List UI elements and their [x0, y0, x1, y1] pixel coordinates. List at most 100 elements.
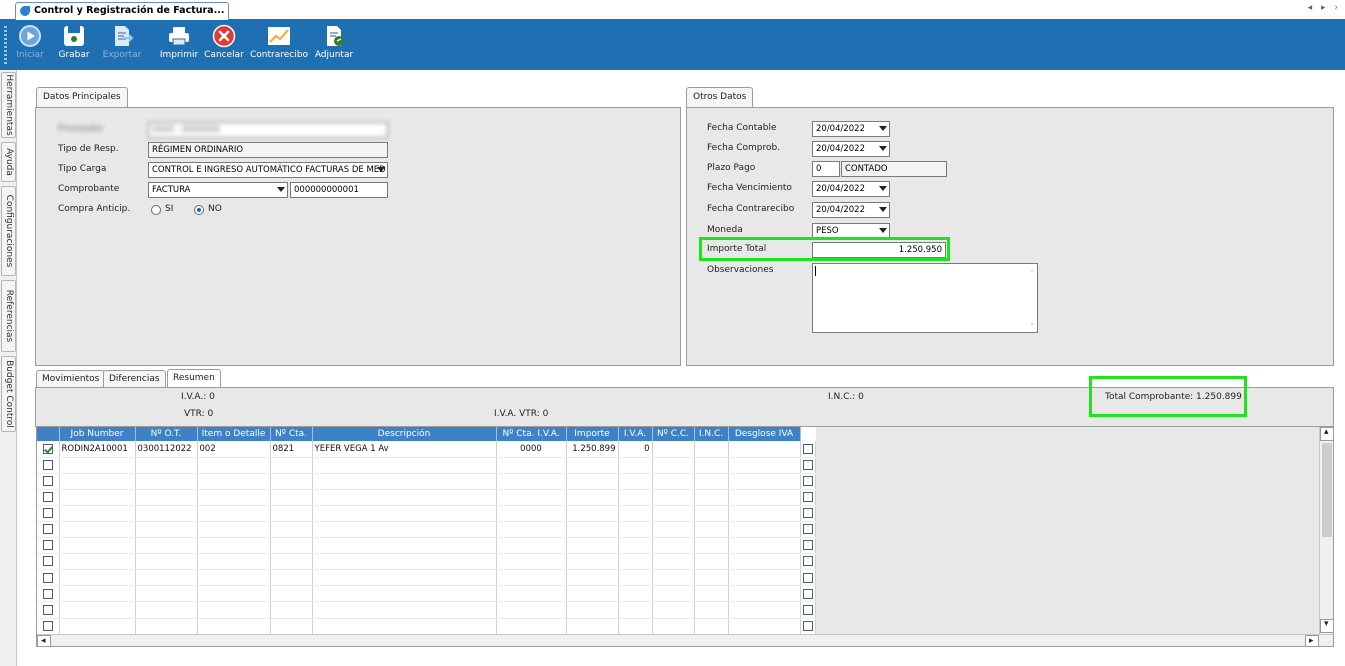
table-cell[interactable]	[312, 537, 497, 555]
table-cell[interactable]	[197, 569, 271, 587]
document-tab[interactable]: Control y Registración de Factura...	[15, 2, 230, 20]
table-cell[interactable]	[197, 585, 271, 603]
scroll-down-icon[interactable]: ▾	[1320, 619, 1333, 633]
column-header-iva[interactable]: I.V.A.	[618, 427, 653, 441]
table-cell[interactable]	[566, 553, 619, 571]
table-cell[interactable]	[728, 521, 801, 539]
table-cell[interactable]	[197, 553, 271, 571]
table-cell[interactable]	[59, 473, 136, 490]
table-cell[interactable]	[566, 505, 619, 522]
table-cell[interactable]	[197, 521, 271, 539]
fecha-vencimiento-picker[interactable]: 20/04/2022	[812, 181, 890, 197]
desglose-iva-checkbox[interactable]	[802, 588, 813, 599]
table-cell[interactable]	[566, 457, 619, 474]
row-checkbox[interactable]	[42, 459, 53, 470]
side-tab-herramientas[interactable]: Herramientas	[1, 72, 16, 138]
table-cell[interactable]	[59, 553, 136, 571]
desglose-iva-checkbox[interactable]	[802, 492, 813, 503]
table-row[interactable]	[37, 505, 816, 522]
exportar-button[interactable]: Exportar	[100, 22, 144, 68]
grid-horizontal-scrollbar[interactable]: ◂ ▸	[37, 634, 1333, 646]
table-cell[interactable]	[270, 585, 313, 603]
table-cell[interactable]	[728, 441, 801, 458]
side-tab-budget-control[interactable]: Budget Control	[1, 356, 16, 432]
table-row[interactable]	[37, 601, 816, 619]
table-cell[interactable]	[496, 489, 567, 506]
table-cell[interactable]	[59, 521, 136, 539]
table-cell[interactable]	[270, 569, 313, 587]
column-header-desglose-iva[interactable]: Desglose IVA	[728, 427, 801, 441]
table-cell[interactable]	[652, 457, 695, 474]
table-cell[interactable]	[566, 489, 619, 506]
table-cell[interactable]	[694, 457, 729, 474]
table-cell[interactable]	[270, 473, 313, 490]
row-checkbox[interactable]	[42, 540, 53, 551]
row-checkbox[interactable]	[42, 508, 53, 519]
table-cell[interactable]	[618, 505, 653, 522]
chevron-down-icon[interactable]	[879, 126, 887, 131]
table-cell[interactable]	[652, 553, 695, 571]
column-header-no-cta-iva[interactable]: Nº Cta. I.V.A.	[496, 427, 567, 441]
table-cell[interactable]: 1.250.899	[566, 441, 619, 458]
fecha-comprob-picker[interactable]: 20/04/2022	[812, 141, 890, 157]
table-cell[interactable]	[496, 569, 567, 587]
table-row[interactable]	[37, 521, 816, 539]
table-cell[interactable]	[652, 441, 695, 458]
column-header-no-cc[interactable]: Nº C.C.	[652, 427, 695, 441]
table-cell[interactable]	[618, 473, 653, 490]
table-cell[interactable]	[496, 537, 567, 555]
table-cell[interactable]	[618, 601, 653, 619]
table-row[interactable]	[37, 618, 816, 635]
table-cell[interactable]	[197, 505, 271, 522]
desglose-iva-checkbox[interactable]	[802, 556, 813, 567]
table-cell[interactable]	[197, 537, 271, 555]
desglose-iva-checkbox[interactable]	[802, 604, 813, 615]
scroll-right-icon[interactable]: ▸	[1305, 635, 1319, 646]
table-cell[interactable]	[135, 489, 198, 506]
table-row[interactable]	[37, 537, 816, 555]
scroll-up-icon[interactable]: ⌃	[1029, 266, 1035, 280]
table-cell[interactable]	[496, 521, 567, 539]
table-cell[interactable]	[270, 457, 313, 474]
grid-vertical-scrollbar[interactable]: ▴ ▾	[1319, 427, 1333, 634]
proveedor-field[interactable]: 0000 - 0000000	[148, 122, 388, 138]
cancelar-button[interactable]: Cancelar	[204, 22, 244, 68]
table-cell[interactable]: 002	[197, 441, 271, 458]
table-cell[interactable]	[312, 585, 497, 603]
table-cell[interactable]	[566, 473, 619, 490]
table-cell[interactable]	[728, 473, 801, 490]
desglose-iva-checkbox[interactable]	[802, 620, 813, 631]
table-cell[interactable]	[270, 489, 313, 506]
table-cell[interactable]	[694, 569, 729, 587]
table-cell[interactable]	[728, 489, 801, 506]
table-cell[interactable]	[312, 569, 497, 587]
table-cell[interactable]: 0	[618, 441, 653, 458]
table-cell[interactable]	[270, 505, 313, 522]
table-cell[interactable]	[694, 505, 729, 522]
side-tab-referencias[interactable]: Referencias	[1, 280, 16, 352]
table-cell[interactable]	[135, 618, 198, 635]
column-header-descripcion[interactable]: Descripción	[312, 427, 497, 441]
table-cell[interactable]	[197, 489, 271, 506]
table-cell[interactable]	[135, 521, 198, 539]
column-header-job-number[interactable]: Job Number	[59, 427, 136, 441]
table-cell[interactable]	[694, 618, 729, 635]
scroll-up-icon[interactable]: ▴	[1320, 427, 1333, 441]
table-cell[interactable]	[652, 521, 695, 539]
table-cell[interactable]	[135, 537, 198, 555]
table-row[interactable]	[37, 457, 816, 474]
row-checkbox[interactable]	[42, 556, 53, 567]
table-cell[interactable]	[694, 489, 729, 506]
column-header-no-cta[interactable]: Nº Cta.	[270, 427, 313, 441]
desglose-iva-checkbox[interactable]	[802, 508, 813, 519]
table-cell[interactable]	[59, 569, 136, 587]
compra-anticip-si-radio[interactable]	[151, 205, 161, 215]
table-cell[interactable]	[728, 601, 801, 619]
contrarecibo-button[interactable]: Contrarecibo	[248, 22, 310, 68]
table-cell[interactable]	[59, 457, 136, 474]
table-cell[interactable]	[652, 505, 695, 522]
table-cell[interactable]	[312, 489, 497, 506]
desglose-iva-checkbox[interactable]	[802, 540, 813, 551]
table-cell[interactable]	[618, 537, 653, 555]
table-cell[interactable]	[566, 618, 619, 635]
